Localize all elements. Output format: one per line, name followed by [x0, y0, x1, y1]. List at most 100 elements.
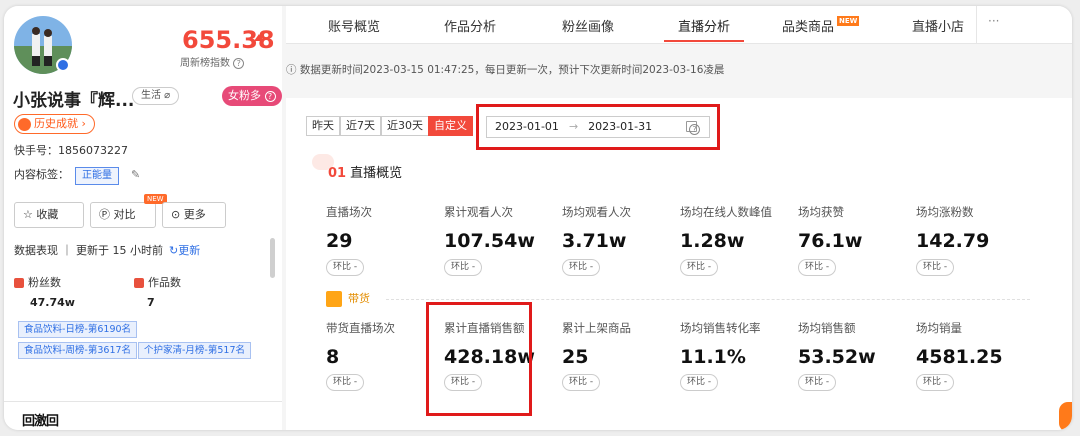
goods-section-label: 带货 [348, 292, 370, 305]
tab-account-overview[interactable]: 账号概览 [328, 16, 380, 35]
tab-category-products[interactable]: 品类商品 NEW [782, 16, 860, 35]
metric-label: 累计观看人次 [444, 205, 513, 219]
live-overview-panel: 昨天 近7天 近30天 自定义 2023-01-01 → 2023-01-31 ? … [286, 98, 1072, 430]
history-achievements-label: 历史成就 › [34, 117, 86, 130]
up-arrow-icon [254, 34, 264, 41]
section-title: 01 直播概览 [328, 162, 402, 181]
update-notice: ⓘ 数据更新时间2023-03-15 01:47:25，每日更新一次，预计下次更… [286, 64, 725, 76]
metric-label: 累计上架商品 [562, 321, 631, 335]
metric-value: 25 [562, 346, 589, 368]
compare-pill[interactable]: 环比 - [562, 259, 601, 276]
compare-pill[interactable]: 环比 - [798, 374, 837, 391]
compare-pill[interactable]: 环比 - [326, 374, 365, 391]
range-custom-button[interactable]: 自定义 [428, 116, 473, 136]
metric-label: 场均观看人次 [562, 205, 631, 219]
compare-pill[interactable]: 环比 - [562, 374, 601, 391]
metric-label: 带货直播场次 [326, 321, 395, 335]
data-status-text: 数据表现 ｜ 更新于 15 小时前 [14, 244, 163, 257]
tabs-more-button[interactable]: ··· [988, 14, 999, 28]
fans-count-value: 47.74w [30, 296, 75, 309]
metric-label: 场均在线人数峰值 [680, 205, 772, 219]
more-button[interactable]: ⊙ 更多 [162, 202, 226, 228]
more-label: 更多 [183, 208, 206, 221]
compare-button[interactable]: Ⓟ 对比 [90, 202, 156, 228]
compare-pill[interactable]: 环比 - [680, 259, 719, 276]
account-name: 小张说事『辉... [13, 91, 135, 111]
range-7days-button[interactable]: 近7天 [340, 116, 381, 136]
help-icon[interactable]: ? [233, 57, 245, 69]
highlight-box [476, 104, 720, 150]
section-title-text: 直播概览 [350, 166, 403, 181]
works-count-value: 7 [147, 296, 155, 309]
compare-pill[interactable]: 环比 - [680, 374, 719, 391]
works-icon [134, 278, 144, 288]
goods-section-tag: 带货 [326, 290, 376, 308]
floating-widget[interactable] [1059, 402, 1072, 430]
app-window: 655.38 周新榜指数 ? 小张说事『辉... 生活 ⌀ 女粉多 ? 历史成就… [4, 6, 1072, 430]
rank-tag[interactable]: 食品饮料-日榜-第6190名 [18, 321, 138, 338]
active-tab-indicator [664, 40, 744, 42]
divider [4, 401, 282, 402]
refresh-label: 更新 [178, 244, 201, 257]
account-sidebar: 655.38 周新榜指数 ? 小张说事『辉... 生活 ⌀ 女粉多 ? 历史成就… [4, 6, 282, 430]
sidebar-scrollbar[interactable] [270, 238, 275, 278]
refresh-button[interactable]: ↻更新 [169, 244, 200, 257]
works-count-label: 作品数 [134, 274, 181, 290]
favorite-button[interactable]: ☆ 收藏 [14, 202, 84, 228]
rank-tag[interactable]: 个护家清-月榜-第517名 [138, 342, 251, 359]
tab-fans-profile[interactable]: 粉丝画像 [562, 16, 614, 35]
fans-count-label: 粉丝数 [14, 274, 61, 290]
range-30days-button[interactable]: 近30天 [381, 116, 429, 136]
section-number: 01 [328, 166, 347, 181]
qr-code-icon[interactable]: 回激回 [22, 410, 59, 429]
fans-count-label-text: 粉丝数 [28, 276, 61, 289]
content-tag[interactable]: 正能量 [75, 167, 119, 185]
metric-value: 8 [326, 346, 340, 368]
works-count-label-text: 作品数 [148, 276, 181, 289]
shopping-cart-icon [326, 291, 342, 307]
compare-pill[interactable]: 环比 - [326, 259, 365, 276]
tab-category-products-label: 品类商品 [782, 20, 835, 35]
rank-tag[interactable]: 食品饮料-周榜-第3617名 [18, 342, 138, 359]
highlight-box [426, 302, 532, 416]
metric-label: 场均销售转化率 [680, 321, 761, 335]
compare-pill[interactable]: 环比 - [444, 259, 483, 276]
range-yesterday-button[interactable]: 昨天 [306, 116, 340, 136]
more-icon: ⊙ [171, 208, 181, 221]
category-tag: 生活 ⌀ [132, 87, 180, 105]
compare-label: 对比 [113, 208, 136, 221]
verified-icon [56, 58, 70, 72]
compare-pill[interactable]: 环比 - [916, 374, 955, 391]
metric-value: 76.1w [798, 230, 863, 252]
tab-live-analysis[interactable]: 直播分析 [678, 16, 730, 35]
metric-value: 107.54w [444, 230, 535, 252]
divider [976, 6, 977, 44]
refresh-icon: ↻ [168, 244, 179, 257]
weekly-index-label: 周新榜指数 ? [180, 54, 245, 69]
compare-icon: Ⓟ [99, 208, 110, 221]
new-badge: NEW [837, 16, 860, 26]
compare-pill[interactable]: 环比 - [798, 259, 837, 276]
metric-value: 53.52w [798, 346, 876, 368]
edit-icon[interactable]: ✎ [131, 168, 140, 181]
content-tags-row: 内容标签： 正能量 ✎ [14, 166, 140, 185]
audience-tag-label: 女粉多 [228, 89, 261, 102]
metric-label: 场均获赞 [798, 205, 844, 219]
metric-label: 场均涨粉数 [916, 205, 974, 219]
tab-works-analysis[interactable]: 作品分析 [444, 16, 496, 35]
kuaishou-id: 快手号：1856073227 [14, 144, 128, 157]
metric-label: 场均销售额 [798, 321, 856, 335]
content-tags-label: 内容标签： [14, 168, 69, 181]
metric-value: 3.71w [562, 230, 627, 252]
compare-pill[interactable]: 环比 - [916, 259, 955, 276]
medal-icon [18, 117, 31, 131]
metric-label: 直播场次 [326, 205, 372, 219]
metric-value: 29 [326, 230, 353, 252]
metric-value: 4581.25 [916, 346, 1003, 368]
help-icon[interactable]: ? [264, 90, 276, 102]
metric-value: 1.28w [680, 230, 745, 252]
tab-live-shop[interactable]: 直播小店 [912, 16, 964, 35]
metric-label: 场均销量 [916, 321, 962, 335]
history-achievements-button[interactable]: 历史成就 › [14, 114, 95, 134]
weekly-index-label-text: 周新榜指数 [180, 58, 230, 69]
